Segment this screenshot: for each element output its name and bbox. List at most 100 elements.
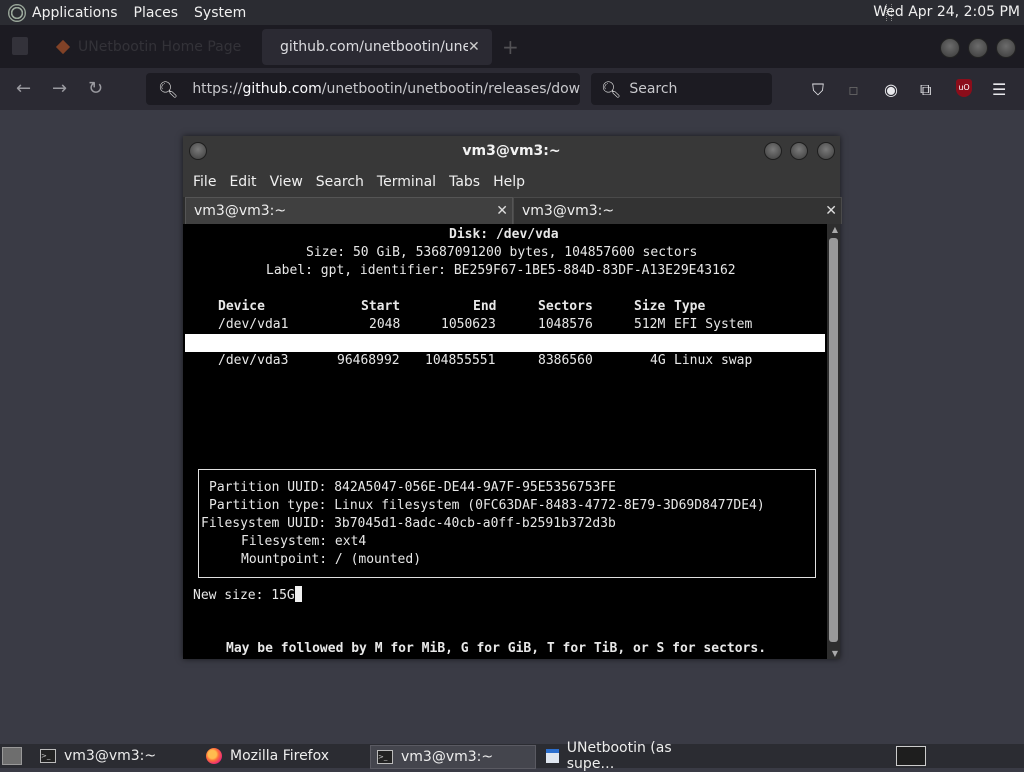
new-tab-button[interactable]: + xyxy=(502,35,519,59)
terminal-tabbar: vm3@vm3:~ ✕ vm3@vm3:~ ✕ xyxy=(183,197,842,224)
filesystem-uuid-line: Filesystem UUID: 3b7045d1-8adc-40cb-a0ff… xyxy=(201,516,616,531)
menu-help[interactable]: Help xyxy=(493,174,525,190)
partition-uuid-line: Partition UUID: 842A5047-056E-DE44-9A7F-… xyxy=(209,480,616,495)
close-tab-icon[interactable]: ✕ xyxy=(825,198,837,224)
table-row[interactable]: /dev/vda3 96468992 104855551 8386560 4G … xyxy=(185,352,825,370)
firefox-toolbar: ← → ↻ 🔍︎ https://github.com/unetbootin/u… xyxy=(0,68,1024,110)
terminal-content[interactable]: Disk: /dev/vda Size: 50 GiB, 53687091200… xyxy=(185,224,825,659)
table-row-selected[interactable]: >> /dev/vda2 1050624 96468991 95418368 4… xyxy=(185,334,825,476)
table-row[interactable]: /dev/vda1 2048 1050623 1048576 512M EFI … xyxy=(185,316,825,334)
search-icon: 🔍︎ xyxy=(601,79,622,99)
taskbar-item-terminal-2[interactable]: >_ vm3@vm3:~ xyxy=(370,745,536,769)
col-sectors: Sectors xyxy=(538,299,593,314)
show-desktop-icon[interactable] xyxy=(2,747,22,765)
firefox-tabbar: UNetbootin Home Page github.com/unetboot… xyxy=(0,25,1024,68)
firefox-view-icon[interactable] xyxy=(12,37,28,55)
mountpoint-line: Mountpoint: / (mounted) xyxy=(241,552,422,567)
url-text[interactable]: https://github.com/unetbootin/unetbootin… xyxy=(192,81,580,97)
maximize-icon[interactable] xyxy=(790,142,808,160)
ublock-icon[interactable]: uO xyxy=(956,79,972,97)
menu-view[interactable]: View xyxy=(270,174,303,190)
scroll-down-icon[interactable]: ▼ xyxy=(832,649,838,658)
scrollbar-thumb[interactable] xyxy=(829,238,838,642)
partition-info-box: Partition UUID: 842A5047-056E-DE44-9A7F-… xyxy=(198,469,816,578)
pocket-icon[interactable]: ⛉ xyxy=(812,80,824,100)
partition-type-line: Partition type: Linux filesystem (0FC63D… xyxy=(209,498,765,513)
clock[interactable]: Wed Apr 24, 2:05 PM xyxy=(873,4,1020,20)
terminal-menubar: File Edit View Search Terminal Tabs Help xyxy=(183,166,840,197)
back-icon[interactable]: ← xyxy=(16,78,31,99)
row-size: 512M xyxy=(634,317,666,332)
extensions-icon[interactable]: ⧉ xyxy=(920,80,931,100)
applications-menu[interactable]: Applications xyxy=(32,5,118,21)
window-menu-icon[interactable] xyxy=(189,142,207,160)
menu-icon[interactable]: ☰ xyxy=(992,80,1006,99)
window-title: vm3@vm3:~ xyxy=(462,143,561,159)
window-icon xyxy=(546,749,559,763)
close-tab-icon[interactable]: ✕ xyxy=(496,198,508,224)
menu-file[interactable]: File xyxy=(193,174,216,190)
close-window-icon[interactable] xyxy=(996,38,1016,58)
places-menu[interactable]: Places xyxy=(134,5,179,21)
taskbar-item-unetbootin[interactable]: UNetbootin (as supe… xyxy=(540,740,710,772)
menu-tabs[interactable]: Tabs xyxy=(449,174,480,190)
row-device: /dev/vda3 xyxy=(218,353,289,368)
terminal-tab-1[interactable]: vm3@vm3:~ ✕ xyxy=(185,197,513,224)
taskbar-item-terminal-1[interactable]: >_ vm3@vm3:~ xyxy=(34,745,194,767)
search-icon: 🔍︎ xyxy=(158,79,179,99)
terminal-icon: >_ xyxy=(40,749,56,763)
terminal-window: vm3@vm3:~ File Edit View Search Terminal… xyxy=(183,136,842,659)
search-bar[interactable]: 🔍︎ Search xyxy=(591,73,772,105)
taskbar-item-label: UNetbootin (as supe… xyxy=(566,740,672,772)
row-start: 96468992 xyxy=(337,353,400,368)
taskbar-item-firefox[interactable]: Mozilla Firefox xyxy=(200,745,364,767)
minimize-icon[interactable] xyxy=(764,142,782,160)
disk-title: Disk: /dev/vda xyxy=(449,227,559,242)
search-placeholder: Search xyxy=(629,81,678,97)
panel-menu: Applications Places System xyxy=(0,0,262,25)
menu-search[interactable]: Search xyxy=(316,174,364,190)
row-device: /dev/vda2 xyxy=(218,371,289,386)
account-icon[interactable]: ◉ xyxy=(884,80,898,99)
minimize-icon[interactable] xyxy=(940,38,960,58)
workspace-switcher[interactable] xyxy=(896,746,926,766)
browser-tab-label: UNetbootin Home Page xyxy=(78,39,242,55)
reload-icon[interactable]: ↻ xyxy=(88,78,103,99)
unetbootin-favicon-icon xyxy=(55,39,71,55)
table-header: Device Start End Sectors Size Type xyxy=(185,298,825,316)
top-panel: Applications Places System Wed Apr 24, 2… xyxy=(0,0,1024,25)
row-end: 1050623 xyxy=(441,317,496,332)
browser-tab-unetbootin[interactable]: UNetbootin Home Page xyxy=(44,33,254,61)
system-menu[interactable]: System xyxy=(194,5,246,21)
col-size: Size xyxy=(634,299,666,314)
filesystem-line: Filesystem: ext4 xyxy=(241,534,367,549)
distro-logo-icon[interactable] xyxy=(8,3,26,22)
terminal-titlebar[interactable]: vm3@vm3:~ xyxy=(183,136,840,166)
terminal-tab-2[interactable]: vm3@vm3:~ ✕ xyxy=(513,197,842,224)
browser-tab-label: github.com/unetbootin/unetbootin/release… xyxy=(280,39,468,55)
scroll-up-icon[interactable]: ▲ xyxy=(832,225,838,234)
row-end: 96468991 xyxy=(433,407,496,422)
row-device: /dev/vda1 xyxy=(218,317,289,332)
row-start: 1050624 xyxy=(345,389,400,404)
menu-terminal[interactable]: Terminal xyxy=(377,174,436,190)
col-device: Device xyxy=(218,299,265,314)
taskbar-item-label: vm3@vm3:~ xyxy=(64,748,157,764)
new-size-prompt[interactable]: New size: 15G xyxy=(193,586,302,605)
maximize-icon[interactable] xyxy=(968,38,988,58)
row-type: EFI System xyxy=(674,317,753,332)
browser-tab-github[interactable]: github.com/unetbootin/unetbootin/release… xyxy=(262,29,492,65)
url-bar[interactable]: 🔍︎ https://github.com/unetbootin/unetboo… xyxy=(146,73,580,105)
prompt-label: New size: xyxy=(193,588,264,603)
forward-icon[interactable]: → xyxy=(52,78,67,99)
row-sectors: 95418368 xyxy=(530,425,593,440)
close-tab-icon[interactable]: ✕ xyxy=(468,39,480,55)
taskbar-item-label: vm3@vm3:~ xyxy=(401,749,494,765)
row-start: 2048 xyxy=(369,317,401,332)
new-size-input[interactable]: 15G xyxy=(271,588,294,603)
menu-edit[interactable]: Edit xyxy=(229,174,256,190)
disk-size: Size: 50 GiB, 53687091200 bytes, 1048576… xyxy=(306,245,698,260)
close-window-icon[interactable] xyxy=(817,142,835,160)
row-size: 4G xyxy=(650,353,666,368)
disk-label: Label: gpt, identifier: BE259F67-1BE5-88… xyxy=(266,263,736,278)
